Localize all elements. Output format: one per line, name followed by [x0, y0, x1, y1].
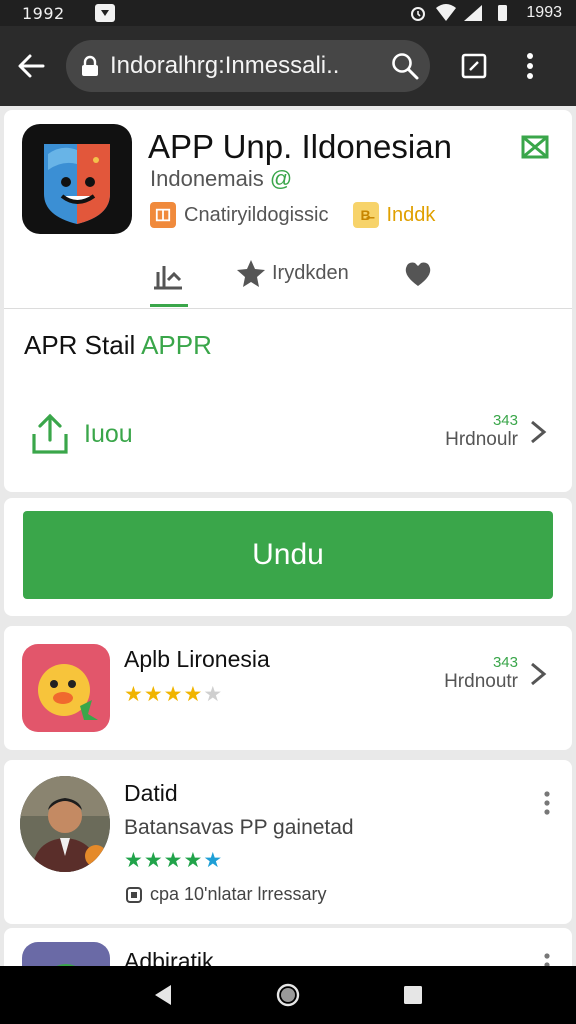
- item-name: Datid: [124, 780, 178, 806]
- tab-reviews-label: Irydkden: [272, 261, 349, 284]
- tab-favorite-icon[interactable]: [402, 258, 434, 290]
- developer-label: Indonemais: [150, 166, 264, 191]
- browser-toolbar: Indoralhrg:Inmessali..: [0, 26, 576, 106]
- category-label: Cnatiryildogissic: [184, 203, 329, 226]
- item-footer: cpa 10'nlatar lrressary: [124, 884, 327, 905]
- tab-active-indicator: [150, 304, 188, 307]
- chevron-right-icon: [531, 662, 547, 685]
- rating-star-highlight: ★: [203, 849, 224, 872]
- tab-switcher-button[interactable]: [444, 36, 504, 96]
- app-size: 343: [492, 412, 518, 429]
- tab-reviews[interactable]: Irydkden: [236, 258, 349, 288]
- section-title-main: APR Stail: [24, 330, 142, 360]
- alarm-icon: [411, 7, 426, 21]
- chevron-right-icon: [531, 420, 547, 443]
- item-subtitle: Batansavas PP gainetad: [124, 816, 354, 839]
- app-size-label: Hrdnoulr: [445, 429, 518, 450]
- url-text: Indoralhrg:Inmessali..: [110, 52, 340, 79]
- app-title: APP Unp. Ildonesian: [148, 128, 452, 165]
- install-card: Undu: [4, 498, 572, 616]
- item-size: 343: [492, 654, 518, 671]
- developer-badge: @: [269, 166, 293, 191]
- list-item[interactable]: Aplb Lironesia ★★★★★ 343 Hrdnoutr: [4, 626, 572, 750]
- share-button[interactable]: Iuou: [30, 412, 133, 456]
- item-size-label: Hrdnoutr: [444, 671, 518, 692]
- back-arrow-icon: [18, 54, 45, 78]
- notification-icon: [94, 4, 115, 22]
- lock-icon: [80, 55, 100, 77]
- section-title-accent: APPR: [141, 330, 212, 360]
- tab-switcher-icon: [461, 53, 487, 79]
- back-button[interactable]: [0, 35, 62, 97]
- item-footer-text: cpa 10'nlatar lrressary: [150, 884, 327, 904]
- overflow-menu-button[interactable]: [510, 36, 550, 96]
- section-title: APR Stail APPR: [24, 330, 212, 361]
- wifi-icon: [436, 4, 457, 21]
- star-icon: [237, 260, 265, 287]
- rating-stars-empty: ★: [203, 683, 224, 706]
- app-header-card: APP Unp. Ildonesian Indonemais @ Cnatiry…: [4, 110, 572, 492]
- item-rating: ★★★★★: [124, 682, 223, 707]
- share-icon: [32, 413, 68, 454]
- nav-recents-icon[interactable]: [399, 981, 427, 1009]
- copy-icon: [126, 886, 142, 903]
- status-bar: 1992 1993: [0, 0, 576, 26]
- nav-back-icon[interactable]: [149, 981, 177, 1009]
- status-time: 1992: [22, 3, 65, 23]
- signal-icon: [464, 5, 483, 21]
- address-bar[interactable]: Indoralhrg:Inmessali..: [66, 40, 430, 92]
- list-item[interactable]: Datid Batansavas PP gainetad ★★★★★ cpa 1…: [4, 760, 572, 924]
- nav-home-icon[interactable]: [274, 981, 302, 1009]
- more-vert-icon[interactable]: [542, 790, 552, 816]
- app-tabs: Irydkden: [4, 250, 572, 308]
- app-tags: Cnatiryildogissic B̶ Inddk: [150, 202, 435, 228]
- rating-stars-filled: ★★★★: [124, 849, 204, 872]
- divider: [4, 308, 572, 309]
- app-icon: [22, 644, 110, 732]
- category-icon: [150, 202, 176, 228]
- item-rating: ★★★★★: [124, 848, 223, 873]
- app-icon: [22, 124, 132, 234]
- share-label: Iuou: [84, 419, 133, 448]
- status-clock: 1993: [526, 4, 562, 21]
- wishlist-icon[interactable]: [520, 132, 550, 162]
- battery-icon: [498, 5, 508, 21]
- more-vert-icon: [527, 53, 533, 79]
- search-icon[interactable]: [390, 51, 420, 81]
- avatar: [20, 776, 110, 872]
- content-rating: B̶ Inddk: [352, 202, 436, 228]
- item-name: Aplb Lironesia: [124, 646, 270, 672]
- system-nav-bar: [0, 966, 576, 1024]
- content-rating-icon: B̶: [352, 202, 379, 228]
- install-button[interactable]: Undu: [23, 511, 553, 599]
- content-rating-label: Inddk: [386, 203, 436, 226]
- tab-details-icon[interactable]: [150, 258, 186, 294]
- item-size-link[interactable]: 343 Hrdnoutr: [444, 654, 550, 693]
- app-size-link[interactable]: 343 Hrdnoulr: [445, 412, 550, 451]
- developer-name[interactable]: Indonemais @: [150, 166, 292, 192]
- rating-stars-filled: ★★★★: [124, 683, 204, 706]
